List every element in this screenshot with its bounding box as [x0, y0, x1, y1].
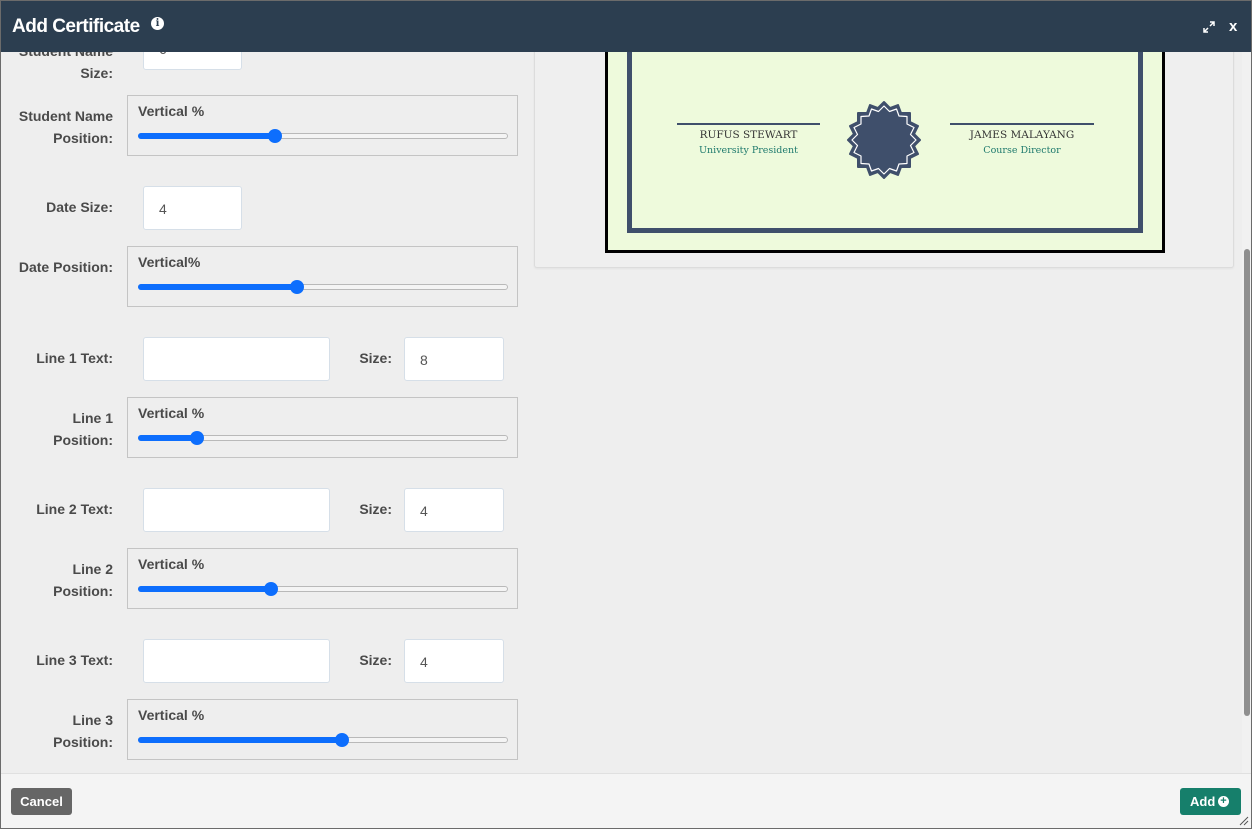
- student-name-position-label-line1: Student Name: [18, 108, 113, 124]
- line2-position-label: Line 2 Position:: [1, 558, 113, 602]
- slider-label: Vertical %: [138, 707, 205, 723]
- line1-position-label-line1: Line 1: [72, 410, 113, 426]
- add-certificate-dialog: Add Certificate i x Student Name Size: 6…: [0, 0, 1252, 829]
- vertical-scrollbar[interactable]: [1242, 52, 1251, 773]
- line2-size-label: Size:: [359, 501, 392, 517]
- signature-line-right: [950, 123, 1094, 125]
- slider-label: Vertical%: [138, 254, 201, 270]
- close-button[interactable]: x: [1229, 18, 1237, 35]
- line3-position-slider: Vertical %: [127, 699, 518, 760]
- scrollbar-thumb[interactable]: [1244, 249, 1250, 716]
- line3-text-label: Line 3 Text:: [36, 652, 113, 668]
- line2-text-label: Line 2 Text:: [36, 501, 113, 517]
- slider-fill: [138, 586, 272, 592]
- slider-thumb[interactable]: [290, 280, 305, 294]
- add-button-label: Add: [1190, 794, 1216, 809]
- dialog-footer: Cancel Add +: [1, 773, 1251, 828]
- student-name-size-label-line2: Size:: [80, 65, 113, 81]
- info-icon[interactable]: i: [151, 17, 164, 30]
- slider-label: Vertical %: [138, 405, 205, 421]
- line3-position-label-line1: Line 3: [72, 712, 113, 728]
- signatory-right-name: JAMES MALAYANG: [969, 129, 1075, 141]
- signatory-left-title: University President: [699, 145, 798, 156]
- line1-text-label: Line 1 Text:: [36, 350, 113, 366]
- student-name-position-slider: Vertical %: [127, 95, 518, 156]
- seal-icon: [847, 101, 921, 179]
- line3-size-label: Size:: [359, 652, 392, 668]
- line2-position-slider: Vertical %: [127, 548, 518, 609]
- line2-size-input[interactable]: 4: [404, 488, 504, 532]
- signatory-right-title: Course Director: [983, 145, 1061, 156]
- line1-position-label-line2: Position:: [53, 432, 113, 448]
- line3-text-input[interactable]: [143, 639, 330, 683]
- line2-position-label-line1: Line 2: [72, 561, 113, 577]
- student-name-position-label-line2: Position:: [53, 130, 113, 146]
- slider-fill: [138, 133, 275, 139]
- student-name-size-label: Student Name Size:: [1, 52, 113, 84]
- dialog-titlebar: Add Certificate i x: [1, 1, 1251, 52]
- dialog-title: Add Certificate: [12, 16, 140, 37]
- date-size-input[interactable]: 4: [143, 186, 242, 230]
- slider-thumb[interactable]: [190, 431, 205, 445]
- slider-thumb[interactable]: [267, 129, 282, 143]
- resize-grip-icon[interactable]: [1237, 814, 1249, 826]
- student-name-position-label: Student Name Position:: [1, 105, 113, 149]
- signatory-left-name: RUFUS STEWART: [699, 129, 798, 141]
- date-position-label: Date Position:: [18, 259, 113, 275]
- slider-fill: [138, 737, 342, 743]
- line3-position-label: Line 3 Position:: [1, 709, 113, 753]
- slider-label: Vertical %: [138, 103, 205, 119]
- cancel-button[interactable]: Cancel: [11, 788, 72, 815]
- line1-size-input[interactable]: 8: [404, 337, 504, 381]
- date-size-label: Date Size:: [46, 199, 113, 215]
- add-button[interactable]: Add +: [1180, 788, 1241, 815]
- line1-text-input[interactable]: [143, 337, 330, 381]
- dialog-body[interactable]: Student Name Size: 6 Student Name Positi…: [1, 52, 1251, 773]
- date-position-slider: Vertical%: [127, 246, 518, 307]
- plus-circle-icon: +: [1218, 796, 1229, 807]
- signature-line-left: [677, 123, 820, 125]
- student-name-size-input[interactable]: 6: [143, 52, 242, 70]
- line3-position-label-line2: Position:: [53, 734, 113, 750]
- expand-icon[interactable]: [1202, 20, 1216, 34]
- slider-thumb[interactable]: [334, 733, 349, 747]
- student-name-size-label-line1: Student Name: [1, 52, 113, 62]
- line1-position-slider: Vertical %: [127, 397, 518, 458]
- slider-fill: [138, 435, 198, 441]
- slider-thumb[interactable]: [264, 582, 279, 596]
- line3-size-input[interactable]: 4: [404, 639, 504, 683]
- line2-text-input[interactable]: [143, 488, 330, 532]
- line2-position-label-line2: Position:: [53, 583, 113, 599]
- slider-fill: [138, 284, 298, 290]
- slider-label: Vertical %: [138, 556, 205, 572]
- line1-position-label: Line 1 Position:: [1, 407, 113, 451]
- line1-size-label: Size:: [359, 350, 392, 366]
